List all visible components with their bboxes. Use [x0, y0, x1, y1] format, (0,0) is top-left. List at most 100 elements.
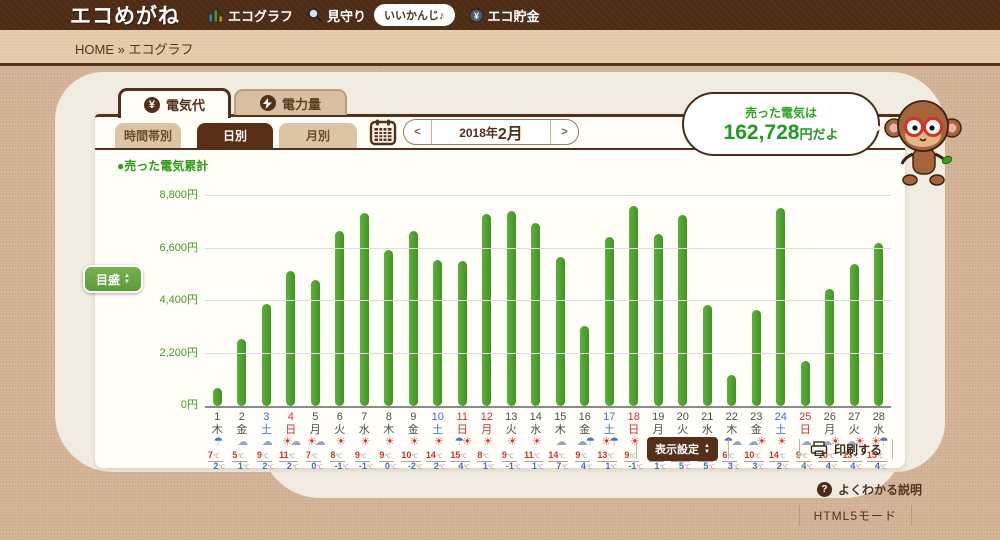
scale-toggle-button[interactable]: 目盛 ▲ ▼	[83, 265, 143, 293]
day-number: 20	[676, 411, 689, 423]
weekday-label: 土	[775, 423, 787, 436]
temperature: 10℃ -2℃	[401, 450, 423, 472]
subtab-by-month[interactable]: 月別	[279, 123, 357, 148]
day-number: 8	[385, 411, 392, 423]
bar-column	[205, 196, 230, 406]
x-label-day-12: 12 月 ☀ 8℃ 1℃	[475, 411, 500, 475]
tab-power-amount-label: 電力量	[281, 96, 321, 112]
separator	[892, 439, 893, 459]
help-link[interactable]: ? よくわかる説明	[816, 481, 922, 498]
html5-mode-link[interactable]: HTML5モード	[798, 505, 912, 526]
y-axis-tick: 8,800円	[159, 189, 198, 201]
x-label-day-3: 3 土 ☁ 9℃ 2℃	[254, 411, 279, 475]
bar-column	[646, 196, 671, 406]
weather-sun-icon: ☀	[384, 436, 395, 449]
calendar-button[interactable]	[369, 118, 397, 146]
sold-amount-value: 162,728	[723, 120, 800, 144]
weather-cloud-icon: ☁	[261, 436, 273, 449]
weekday-label: 水	[530, 423, 542, 436]
day-number: 27	[848, 411, 861, 423]
current-year: 2018年	[459, 125, 498, 140]
day-number: 11	[456, 411, 468, 423]
temperature: 7℃ 2℃	[207, 450, 226, 472]
prev-month-button[interactable]: <	[404, 120, 432, 144]
tab-electricity-cost[interactable]: ¥ 電気代	[118, 88, 231, 118]
day-number: 17	[603, 411, 616, 423]
weekday-label: 火	[334, 423, 346, 436]
bar-column	[328, 196, 353, 406]
weekday-label: 土	[603, 423, 615, 436]
nav-ecograph-label: エコグラフ	[228, 8, 294, 24]
bar-day-9	[408, 231, 418, 406]
day-number: 18	[627, 411, 640, 423]
svg-text:¥: ¥	[474, 11, 479, 21]
display-settings-button[interactable]: 表示設定 ▲ ▼	[647, 437, 718, 461]
x-label-day-11: 11 日 ☂☀ 15℃ 4℃	[450, 411, 475, 475]
bar-column	[671, 196, 696, 406]
app-logo[interactable]: エコめがね	[70, 0, 180, 30]
bar-column	[818, 196, 843, 406]
day-number: 16	[578, 411, 591, 423]
weekday-label: 火	[848, 423, 860, 436]
bar-day-28	[874, 242, 884, 406]
tab-power-amount[interactable]: 電力量	[234, 89, 347, 115]
bar-column	[695, 196, 720, 406]
bar-day-20	[678, 214, 688, 406]
day-number: 7	[361, 411, 368, 423]
temperature: 9℃ -1℃	[501, 450, 521, 472]
bar-day-6	[335, 230, 345, 406]
nav-ecograph[interactable]: エコグラフ	[208, 6, 293, 25]
bar-column	[303, 196, 328, 406]
print-button[interactable]: 印刷する	[810, 441, 882, 458]
question-icon: ?	[816, 482, 832, 497]
bar-day-10	[433, 260, 443, 406]
bar-column	[475, 196, 500, 406]
weekday-label: 火	[677, 423, 689, 436]
bar-day-22	[727, 374, 737, 406]
bar-column	[352, 196, 377, 406]
weather-cloud-icon: ☁	[237, 436, 248, 449]
weekday-label: 土	[432, 423, 444, 436]
subtab-by-timezone[interactable]: 時間帯別	[115, 123, 181, 148]
printer-icon	[810, 441, 828, 456]
day-number: 22	[725, 411, 738, 423]
y-axis-tick: 4,400円	[159, 294, 198, 306]
x-label-day-14: 14 水 ☀ 11℃ 1℃	[524, 411, 549, 475]
nav-ecochokin[interactable]: ¥ エコ貯金	[469, 6, 540, 25]
bar-day-4	[286, 271, 296, 406]
status-bubble: いいかんじ♪	[374, 4, 455, 26]
day-number: 5	[312, 411, 319, 423]
breadcrumb[interactable]: HOME » エコグラフ	[75, 39, 193, 58]
gridline	[205, 195, 891, 196]
nav-mimamori[interactable]: 見守り	[307, 6, 366, 25]
bar-column	[867, 196, 892, 406]
bar-column	[769, 196, 794, 406]
day-number: 2	[238, 411, 245, 423]
bar-day-24	[776, 207, 786, 406]
bar-day-16	[580, 326, 590, 406]
bar-column	[622, 196, 647, 406]
updown-arrows-icon: ▲ ▼	[124, 273, 130, 285]
weekday-label: 日	[628, 423, 640, 436]
bar-column	[401, 196, 426, 406]
temperature: 15℃ 4℃	[450, 450, 471, 472]
bar-day-1	[212, 387, 222, 406]
weekday-label: 日	[285, 423, 297, 436]
bar-column	[720, 196, 745, 406]
day-number: 9	[410, 411, 417, 423]
weekday-label: 日	[799, 423, 811, 436]
next-month-button[interactable]: >	[550, 120, 578, 144]
weather-cloud-icon: ☁	[555, 436, 567, 449]
bar-column	[744, 196, 769, 406]
sold-electricity-bubble: 売った電気は 162,728円だよ	[682, 92, 882, 156]
bar-day-25	[800, 360, 810, 406]
bar-day-13	[506, 210, 516, 406]
subtab-by-day[interactable]: 日別	[197, 123, 273, 148]
current-period-label: 2018年 2月	[432, 120, 550, 144]
day-number: 25	[799, 411, 812, 423]
help-link-label: よくわかる説明	[837, 483, 922, 497]
gridline	[205, 300, 891, 301]
nav-ecochokin-label: エコ貯金	[487, 8, 540, 24]
day-number: 4	[287, 411, 294, 423]
scale-toggle-label: 目盛	[96, 272, 121, 287]
